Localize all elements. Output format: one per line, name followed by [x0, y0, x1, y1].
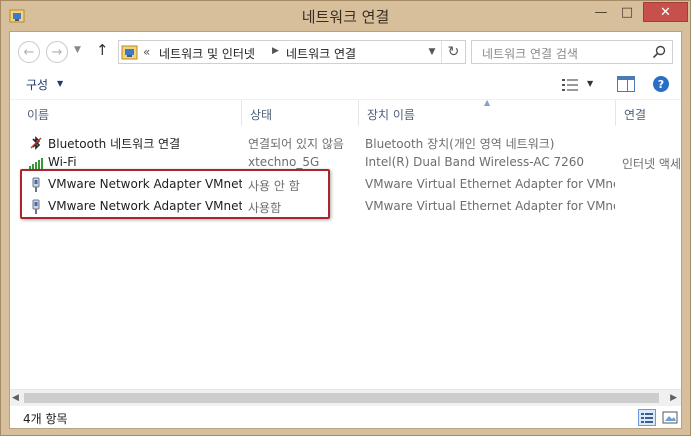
back-button[interactable]: ←: [18, 41, 40, 63]
column-header-connectivity[interactable]: 연결: [616, 100, 681, 126]
up-button[interactable]: ↑: [96, 41, 109, 59]
network-folder-icon: [121, 45, 138, 60]
help-button[interactable]: ?: [653, 76, 669, 92]
maximize-button[interactable]: □: [614, 2, 640, 22]
details-view-graphic: [641, 413, 653, 423]
search-icon[interactable]: [652, 45, 666, 59]
organize-menu[interactable]: 구성: [26, 76, 48, 93]
breadcrumb-overflow[interactable]: «: [143, 45, 150, 59]
explorer-window: 네트워크 연결 — □ ✕ ← → ▼ ↑ « 네트워크 및 인터넷 ▶ 네트워…: [0, 0, 691, 436]
change-view-icon[interactable]: [562, 78, 578, 92]
large-icons-view-icon[interactable]: [662, 410, 678, 425]
bluetooth-icon: [30, 136, 42, 150]
sort-ascending-icon: ▲: [484, 98, 491, 107]
address-history-chevron-down-icon[interactable]: ▼: [424, 42, 440, 62]
window-title: 네트워크 연결: [301, 8, 390, 26]
column-header-name[interactable]: 이름: [18, 100, 242, 126]
scrollbar-thumb[interactable]: [24, 393, 659, 403]
connection-name: VMware Network Adapter VMnet8: [48, 199, 242, 213]
connectivity: 인터넷 액세스: [622, 157, 681, 171]
search-placeholder: 네트워크 연결 검색: [482, 47, 578, 61]
device-name: Intel(R) Dual Band Wireless-AC 7260: [365, 155, 585, 169]
explorer-client: ← → ▼ ↑ « 네트워크 및 인터넷 ▶ 네트워크 연결 ▼ ↻ 네트워크 …: [9, 31, 682, 429]
list-item[interactable]: Wi-Fi xtechno_5G Intel(R) Dual Band Wire…: [10, 152, 681, 173]
connection-status: xtechno_5G: [248, 155, 320, 169]
address-row: ← → ▼ ↑ « 네트워크 및 인터넷 ▶ 네트워크 연결 ▼ ↻ 네트워크 …: [10, 32, 681, 70]
breadcrumb-network-internet[interactable]: 네트워크 및 인터넷: [159, 45, 255, 62]
scroll-right-icon[interactable]: ▶: [670, 393, 677, 403]
preview-pane-graphic: [618, 77, 634, 91]
scroll-left-icon[interactable]: ◀: [12, 393, 19, 403]
search-input[interactable]: 네트워크 연결 검색: [471, 40, 673, 64]
list-item[interactable]: Bluetooth 네트워크 연결 연결되어 있지 않음 Bluetooth 장…: [10, 132, 681, 153]
connection-name: Wi-Fi: [48, 155, 77, 169]
title-bar[interactable]: 네트워크 연결 — □ ✕: [1, 1, 690, 31]
minimize-button[interactable]: —: [588, 2, 614, 22]
connection-name: VMware Network Adapter VMnet1: [48, 177, 242, 191]
connection-name: Bluetooth 네트워크 연결: [48, 137, 181, 151]
device-name: Bluetooth 장치(개인 영역 네트워크): [365, 137, 555, 151]
address-box[interactable]: « 네트워크 및 인터넷 ▶ 네트워크 연결 ▼ ↻: [118, 40, 466, 64]
column-header-row: 이름 상태 장치 이름 연결 ▲: [10, 98, 681, 126]
network-adapter-icon: [32, 177, 40, 192]
chevron-right-icon[interactable]: ▶: [272, 46, 279, 56]
device-name: VMware Virtual Ethernet Adapter for VMne…: [365, 177, 615, 191]
wifi-signal-icon: [29, 158, 43, 169]
column-header-status[interactable]: 상태: [242, 100, 359, 126]
column-header-device-label: 장치 이름: [367, 108, 415, 122]
connection-status: 사용 안 함: [248, 179, 300, 193]
preview-pane-icon[interactable]: [617, 76, 635, 92]
breadcrumb-network-connections[interactable]: 네트워크 연결: [286, 45, 356, 62]
network-adapter-icon: [32, 199, 40, 214]
close-button[interactable]: ✕: [643, 2, 688, 22]
refresh-button[interactable]: ↻: [441, 41, 465, 63]
horizontal-scrollbar[interactable]: ◀ ▶: [10, 389, 681, 406]
list-item[interactable]: VMware Network Adapter VMnet8 사용함 VMware…: [10, 196, 681, 217]
forward-button[interactable]: →: [46, 41, 68, 63]
view-options-chevron-down-icon[interactable]: ▼: [587, 79, 593, 88]
device-name: VMware Virtual Ethernet Adapter for VMne…: [365, 199, 615, 213]
item-count: 4개 항목: [23, 412, 68, 426]
status-bar: 4개 항목: [10, 406, 681, 428]
command-bar: 구성 ▼ ▼ ?: [10, 70, 681, 100]
list-item[interactable]: VMware Network Adapter VMnet1 사용 안 함 VMw…: [10, 174, 681, 195]
connection-status: 사용함: [248, 201, 282, 215]
organize-chevron-down-icon[interactable]: ▼: [57, 79, 63, 88]
connection-status: 연결되어 있지 않음: [248, 137, 344, 151]
recent-locations-chevron-down-icon[interactable]: ▼: [74, 45, 81, 55]
details-view-icon[interactable]: [638, 409, 656, 426]
